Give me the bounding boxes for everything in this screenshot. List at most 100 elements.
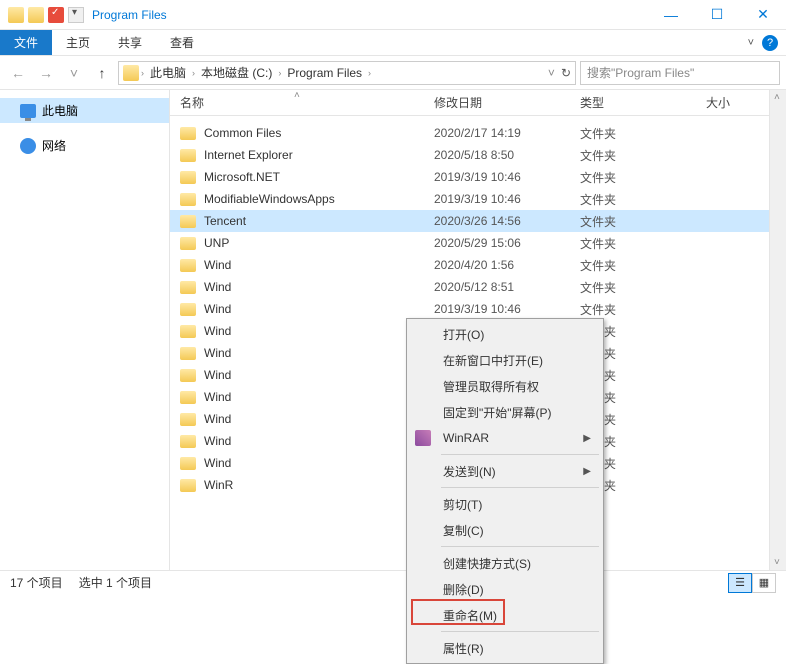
- file-row[interactable]: Tencent 2020/3/26 14:56 文件夹: [170, 210, 786, 232]
- folder-icon: [28, 7, 44, 23]
- ribbon-home-tab[interactable]: 主页: [52, 30, 104, 55]
- file-name: Wind: [204, 390, 434, 404]
- file-type: 文件夹: [580, 191, 706, 208]
- forward-button[interactable]: →: [34, 61, 58, 85]
- ribbon-share-tab[interactable]: 共享: [104, 30, 156, 55]
- file-name: Wind: [204, 258, 434, 272]
- breadcrumb-sep[interactable]: ›: [141, 68, 144, 78]
- up-button[interactable]: ↑: [90, 61, 114, 85]
- breadcrumb-seg-2[interactable]: Program Files: [283, 66, 366, 80]
- file-row[interactable]: Microsoft.NET 2019/3/19 10:46 文件夹: [170, 166, 786, 188]
- content-area: ˄ 名称 修改日期 类型 大小 Common Files 2020/2/17 1…: [170, 90, 786, 570]
- file-name: Wind: [204, 302, 434, 316]
- help-icon[interactable]: ?: [762, 35, 778, 51]
- cm-rename[interactable]: 重命名(M): [409, 602, 601, 628]
- file-row[interactable]: Wind 2020/4/20 1:56 文件夹: [170, 254, 786, 276]
- file-row[interactable]: Wind 2019/3/19 10:46 文件夹: [170, 298, 786, 320]
- folder-icon: [180, 479, 196, 492]
- ribbon-file-tab[interactable]: 文件: [0, 30, 52, 55]
- file-name: Wind: [204, 280, 434, 294]
- cm-pin-start[interactable]: 固定到"开始"屏幕(P): [409, 399, 601, 425]
- cm-take-ownership[interactable]: 管理员取得所有权: [409, 373, 601, 399]
- sidebar-item-network[interactable]: 网络: [0, 133, 169, 158]
- address-bar[interactable]: › 此电脑 › 本地磁盘 (C:) › Program Files › ˅ ↻: [118, 61, 576, 85]
- breadcrumb-sep[interactable]: ›: [192, 68, 195, 78]
- folder-icon: [180, 413, 196, 426]
- folder-icon: [180, 281, 196, 294]
- file-name: Wind: [204, 324, 434, 338]
- ribbon-view-tab[interactable]: 查看: [156, 30, 208, 55]
- sort-indicator-icon: ˄: [294, 90, 300, 101]
- qat-dropdown-icon[interactable]: [68, 7, 84, 23]
- col-header-name[interactable]: 名称: [180, 94, 434, 111]
- cm-open-new-window[interactable]: 在新窗口中打开(E): [409, 347, 601, 373]
- refresh-icon[interactable]: ↻: [561, 66, 571, 80]
- cm-copy[interactable]: 复制(C): [409, 517, 601, 543]
- minimize-button[interactable]: —: [648, 0, 694, 30]
- breadcrumb-sep[interactable]: ›: [278, 68, 281, 78]
- file-name: ModifiableWindowsApps: [204, 192, 434, 206]
- statusbar: 17 个项目 选中 1 个项目 ☰ ▦: [0, 570, 786, 594]
- breadcrumb-seg-0[interactable]: 此电脑: [146, 64, 190, 81]
- cm-winrar[interactable]: WinRAR ▶: [409, 425, 601, 451]
- sidebar-item-this-pc[interactable]: 此电脑: [0, 98, 169, 123]
- file-name: Internet Explorer: [204, 148, 434, 162]
- recent-dropdown[interactable]: ˅: [62, 61, 86, 85]
- breadcrumb-seg-1[interactable]: 本地磁盘 (C:): [197, 64, 276, 81]
- file-name: Tencent: [204, 214, 434, 228]
- col-header-type[interactable]: 类型: [580, 94, 706, 111]
- file-name: Microsoft.NET: [204, 170, 434, 184]
- cm-properties[interactable]: 属性(R): [409, 635, 601, 661]
- folder-icon: [180, 149, 196, 162]
- cm-create-shortcut[interactable]: 创建快捷方式(S): [409, 550, 601, 576]
- breadcrumb-sep[interactable]: ›: [368, 68, 371, 78]
- file-row[interactable]: Common Files 2020/2/17 14:19 文件夹: [170, 122, 786, 144]
- file-type: 文件夹: [580, 125, 706, 142]
- file-name: Wind: [204, 368, 434, 382]
- titlebar: Program Files — ☐ ✕: [0, 0, 786, 30]
- file-type: 文件夹: [580, 279, 706, 296]
- cm-open[interactable]: 打开(O): [409, 321, 601, 347]
- ribbon-expand-icon[interactable]: ˅: [748, 37, 754, 49]
- file-row[interactable]: Wind 2020/5/12 8:51 文件夹: [170, 276, 786, 298]
- window-title: Program Files: [92, 8, 167, 22]
- back-button[interactable]: ←: [6, 61, 30, 85]
- qat-properties-icon[interactable]: [48, 7, 64, 23]
- folder-icon: [180, 325, 196, 338]
- file-row[interactable]: Internet Explorer 2020/5/18 8:50 文件夹: [170, 144, 786, 166]
- submenu-arrow-icon: ▶: [583, 466, 591, 477]
- cm-cut[interactable]: 剪切(T): [409, 491, 601, 517]
- file-name: UNP: [204, 236, 434, 250]
- col-header-date[interactable]: 修改日期: [434, 94, 580, 111]
- file-type: 文件夹: [580, 147, 706, 164]
- winrar-icon: [415, 430, 431, 446]
- cm-separator: [441, 631, 599, 632]
- address-dropdown-icon[interactable]: ˅: [548, 66, 555, 80]
- close-button[interactable]: ✕: [740, 0, 786, 30]
- ribbon: 文件 主页 共享 查看 ˅ ?: [0, 30, 786, 56]
- file-date: 2020/5/12 8:51: [434, 280, 580, 294]
- details-view-button[interactable]: ☰: [728, 573, 752, 593]
- search-input[interactable]: 搜索"Program Files": [580, 61, 780, 85]
- folder-icon: [180, 171, 196, 184]
- file-name: Wind: [204, 346, 434, 360]
- status-count: 17 个项目: [10, 574, 63, 591]
- folder-icon: [180, 127, 196, 140]
- folder-icon: [180, 215, 196, 228]
- folder-icon: [180, 391, 196, 404]
- file-date: 2019/3/19 10:46: [434, 170, 580, 184]
- file-row[interactable]: ModifiableWindowsApps 2019/3/19 10:46 文件…: [170, 188, 786, 210]
- file-name: WinR: [204, 478, 434, 492]
- folder-icon: [180, 369, 196, 382]
- maximize-button[interactable]: ☐: [694, 0, 740, 30]
- titlebar-qat: [0, 7, 84, 23]
- icons-view-button[interactable]: ▦: [752, 573, 776, 593]
- folder-icon: [180, 193, 196, 206]
- file-date: 2020/5/29 15:06: [434, 236, 580, 250]
- cm-send-to[interactable]: 发送到(N) ▶: [409, 458, 601, 484]
- vertical-scrollbar[interactable]: [769, 90, 786, 570]
- cm-delete[interactable]: 删除(D): [409, 576, 601, 602]
- file-row[interactable]: UNP 2020/5/29 15:06 文件夹: [170, 232, 786, 254]
- sidebar-label: 此电脑: [42, 102, 78, 119]
- window-controls: — ☐ ✕: [648, 0, 786, 30]
